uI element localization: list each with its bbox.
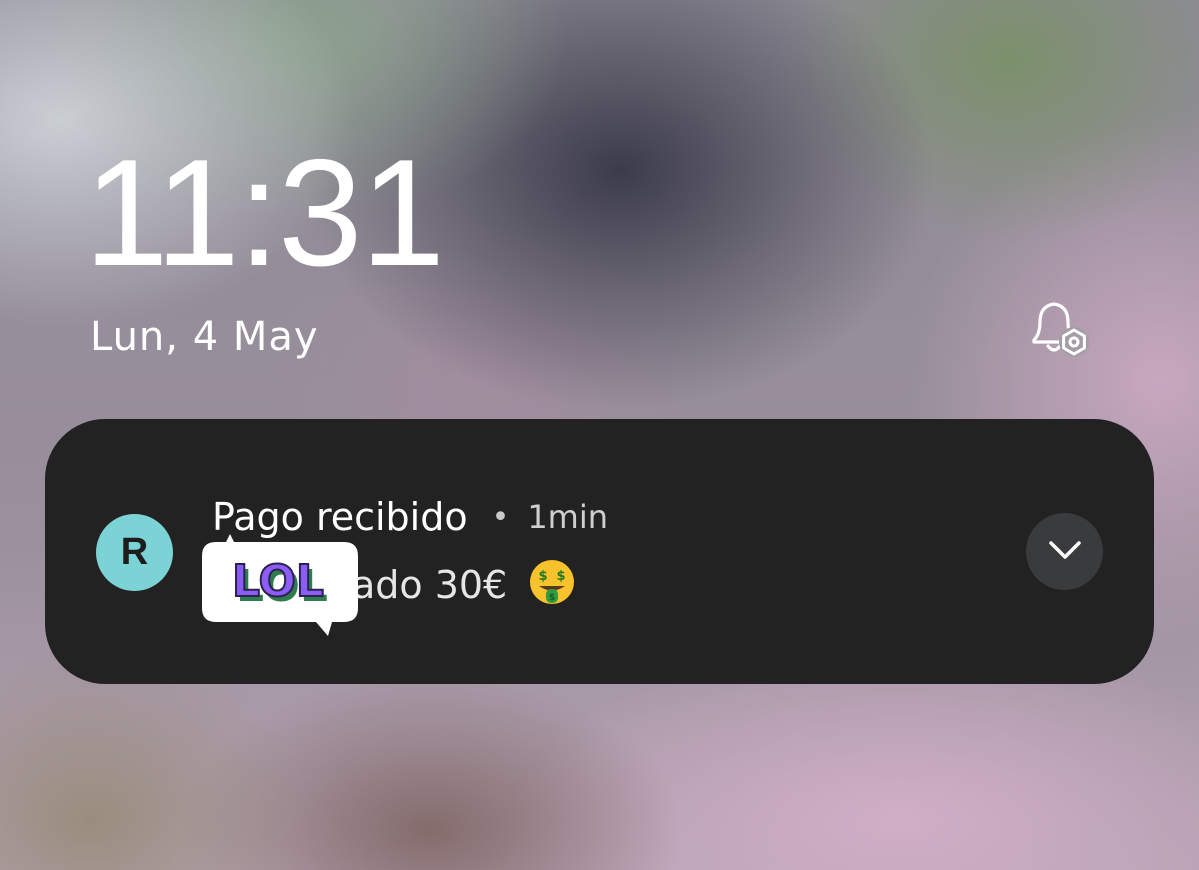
expand-button[interactable] [1026,513,1103,590]
notification-timestamp: 1min [527,498,609,536]
sticker-text: LOL [232,556,324,607]
lol-sticker: LOL LOL [198,534,362,638]
svg-text:$: $ [539,569,548,584]
separator-dot: • [491,499,510,535]
notification-title: Pago recibido [212,495,468,539]
app-icon: R [96,514,173,591]
chevron-down-icon [1045,538,1085,566]
svg-text:$: $ [557,569,566,584]
svg-text:$: $ [549,593,555,603]
money-mouth-face-icon: $ $ $ [527,557,577,607]
lockscreen-clock: 11:31 [84,128,445,298]
lockscreen-date: Lun, 4 May [90,314,319,360]
bell-gear-icon[interactable] [1022,296,1094,360]
